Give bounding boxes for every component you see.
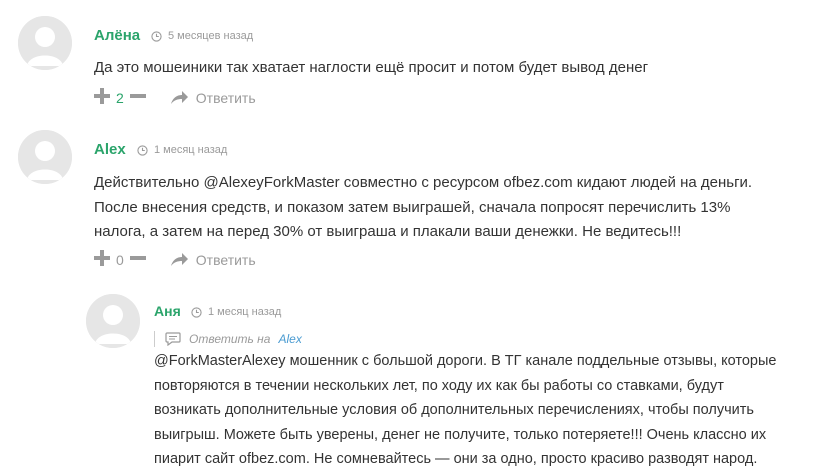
comment-text-line: После внесения средств, и показом затем …: [94, 198, 731, 216]
comment-meta: 1 месяц назад: [137, 144, 227, 156]
comment-text: Да это мошеиники так хватает наглости ещ…: [94, 59, 649, 76]
avatar-placeholder-icon: [18, 130, 72, 184]
comment-text-line: пиарит сайт ofbez.com. Не сомневайтесь —…: [154, 451, 758, 467]
avatar[interactable]: [86, 294, 140, 348]
reply-label: Ответить: [195, 89, 256, 106]
comment-author[interactable]: Аня: [154, 303, 181, 319]
avatar[interactable]: [18, 16, 72, 70]
reply-to-target[interactable]: Alex: [278, 332, 301, 346]
comment-text-line: повторяются в течении нескольких лет, по…: [154, 377, 724, 394]
clock-icon: [137, 144, 148, 156]
reply-arrow-icon: [170, 252, 188, 266]
comment-author[interactable]: Алёна: [94, 27, 140, 44]
comment-meta: 5 месяцев назад: [151, 30, 253, 42]
clock-icon: [191, 306, 202, 318]
speech-bubble-icon: [165, 332, 181, 346]
plus-icon[interactable]: [94, 250, 110, 269]
avatar[interactable]: [18, 130, 72, 184]
reply-to-indicator: Ответить на Alex: [154, 331, 302, 347]
comment-text-line: выигрыш. Можете быть уверены, денег не п…: [154, 426, 767, 443]
reply-label: Ответить: [195, 251, 256, 268]
comment-actions: 2 Ответить: [94, 88, 256, 107]
vote-count: 0: [116, 251, 124, 268]
avatar-placeholder-icon: [18, 16, 72, 70]
minus-icon[interactable]: [129, 88, 146, 107]
comment-time[interactable]: 5 месяцев назад: [168, 30, 253, 42]
comment-meta: 1 месяц назад: [191, 306, 281, 318]
comment-author[interactable]: Alex: [94, 141, 126, 158]
comment-time[interactable]: 1 месяц назад: [208, 306, 281, 318]
comment-time[interactable]: 1 месяц назад: [154, 144, 227, 156]
reply-to-label: Ответить на: [189, 332, 271, 346]
comment-text-line: Действительно @AlexeyForkMaster совместн…: [94, 174, 753, 191]
reply-button[interactable]: Ответить: [170, 252, 256, 268]
comment-text: Действительно @AlexeyForkMaster совместн…: [94, 171, 814, 245]
comment-text-line: налога, а затем на перед 30% от выиграша…: [94, 223, 682, 240]
avatar-placeholder-icon: [86, 294, 140, 348]
comment-text: @ForkMasterAlexey мошенник с большой дор…: [154, 349, 824, 472]
clock-icon: [151, 30, 162, 42]
comment-actions: 0 Ответить: [94, 250, 256, 269]
reply-arrow-icon: [170, 90, 188, 104]
comment-text-line: @ForkMasterAlexey мошенник с большой дор…: [154, 353, 777, 369]
comment-2: Alex 1 месяц назад Действительно @Alexey…: [0, 120, 837, 280]
comment-1: Алёна 5 месяцев назад Да это мошеиники т…: [0, 0, 837, 120]
comment-text-line: возникать дополнительные условия об допо…: [154, 402, 754, 418]
minus-icon[interactable]: [129, 250, 146, 269]
plus-icon[interactable]: [94, 88, 110, 107]
comment-3-reply: Аня 1 месяц назад Ответить на Alex @Fork…: [0, 280, 837, 467]
vote-count: 2: [116, 89, 124, 106]
reply-button[interactable]: Ответить: [170, 90, 256, 106]
